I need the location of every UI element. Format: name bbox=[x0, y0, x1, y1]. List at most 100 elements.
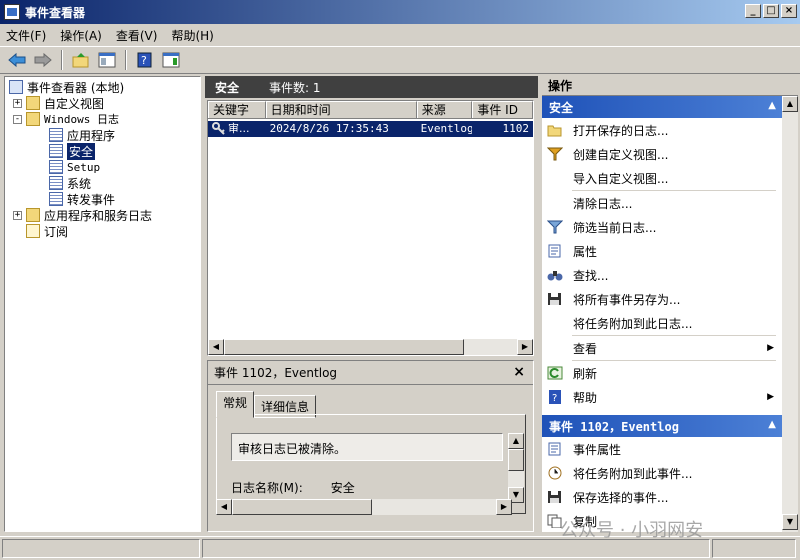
action-create-custom-view[interactable]: 创建自定义视图... bbox=[542, 142, 782, 166]
log-header: 安全 事件数: 1 bbox=[205, 76, 538, 98]
collapse-icon[interactable]: - bbox=[13, 114, 22, 124]
task-clock-icon bbox=[547, 465, 563, 481]
action-save-selected-events[interactable]: 保存选择的事件... bbox=[542, 485, 782, 509]
collapse-up-icon[interactable]: ▲ bbox=[768, 100, 776, 111]
scroll-left-icon[interactable]: ◀ bbox=[208, 339, 224, 355]
column-datetime[interactable]: 日期和时间 bbox=[265, 101, 417, 118]
cell-keyword: 审... bbox=[208, 121, 266, 137]
action-open-saved-log[interactable]: 打开保存的日志... bbox=[542, 118, 782, 142]
expand-icon[interactable]: + bbox=[13, 98, 22, 108]
log-icon bbox=[49, 176, 63, 190]
event-description: 审核日志已被清除。 bbox=[231, 433, 503, 461]
action-save-all-events-as[interactable]: 将所有事件另存为... bbox=[542, 287, 782, 311]
log-icon bbox=[49, 128, 63, 142]
submenu-arrow-icon: ▶ bbox=[767, 343, 774, 353]
open-folder-icon bbox=[547, 122, 563, 138]
expand-icon[interactable]: + bbox=[13, 210, 22, 220]
maximize-button[interactable]: □ bbox=[763, 4, 779, 18]
detail-hscrollbar[interactable]: ◀ ▶ bbox=[216, 499, 512, 515]
window-title: 事件查看器 bbox=[25, 5, 86, 20]
scroll-left-icon[interactable]: ◀ bbox=[216, 499, 232, 515]
event-detail-title: 事件 1102，Eventlog bbox=[214, 366, 338, 380]
log-icon bbox=[49, 192, 63, 206]
binoculars-icon bbox=[547, 267, 563, 283]
cell-source: Eventlog bbox=[420, 122, 473, 135]
svg-text:?: ? bbox=[552, 393, 557, 404]
event-list-hscrollbar[interactable]: ◀ ▶ bbox=[208, 339, 533, 355]
event-detail-pane: 事件 1102，Eventlog × 常规 详细信息 审核日志已被清除。 ▲ ▼… bbox=[207, 360, 534, 532]
action-event-properties[interactable]: 事件属性 bbox=[542, 437, 782, 461]
show-hide-tree-icon[interactable] bbox=[96, 49, 118, 71]
event-viewer-icon bbox=[4, 4, 20, 20]
action-import-custom-view[interactable]: 导入自定义视图... bbox=[542, 166, 782, 190]
cell-event-id: 1102 bbox=[502, 122, 529, 135]
event-viewer-icon bbox=[9, 80, 23, 94]
tree-item-forwarded-events[interactable]: 转发事件 bbox=[5, 191, 200, 207]
action-attach-task-to-log[interactable]: 将任务附加到此日志... bbox=[542, 311, 782, 335]
scroll-up-icon[interactable]: ▲ bbox=[782, 96, 798, 112]
tree-item-custom-views[interactable]: + 自定义视图 bbox=[5, 95, 200, 111]
back-icon[interactable] bbox=[6, 49, 28, 71]
detail-vscrollbar[interactable]: ▲ ▼ bbox=[508, 433, 524, 503]
up-folder-icon[interactable] bbox=[70, 49, 92, 71]
submenu-arrow-icon: ▶ bbox=[767, 392, 774, 402]
actions-vscrollbar[interactable]: ▲ ▼ bbox=[782, 96, 798, 532]
table-row[interactable]: 审... 2024/8/26 17:35:43 Eventlog 1102 bbox=[208, 121, 533, 137]
menu-file[interactable]: 文件(F) bbox=[6, 27, 46, 44]
scroll-up-icon[interactable]: ▲ bbox=[508, 433, 524, 449]
scroll-thumb[interactable] bbox=[232, 499, 372, 515]
action-refresh[interactable]: 刷新 bbox=[542, 361, 782, 385]
close-icon[interactable]: × bbox=[513, 364, 525, 380]
tree-item-system[interactable]: 系统 bbox=[5, 175, 200, 191]
column-event-id[interactable]: 事件 ID bbox=[472, 101, 533, 118]
status-panel bbox=[712, 539, 796, 558]
log-title: 安全 bbox=[215, 80, 240, 95]
cell-datetime: 2024/8/26 17:35:43 bbox=[269, 122, 389, 135]
tree-root[interactable]: 事件查看器 (本地) bbox=[5, 79, 200, 95]
menu-action[interactable]: 操作(A) bbox=[60, 27, 102, 44]
log-icon bbox=[49, 160, 63, 174]
actions-section-event[interactable]: 事件 1102，Eventlog ▲ bbox=[542, 415, 782, 437]
action-attach-task-to-event[interactable]: 将任务附加到此事件... bbox=[542, 461, 782, 485]
tree-item-app-service-logs[interactable]: + 应用程序和服务日志 bbox=[5, 207, 200, 223]
action-view[interactable]: 查看 ▶ bbox=[542, 336, 782, 360]
close-button[interactable]: × bbox=[781, 4, 797, 18]
collapse-up-icon[interactable]: ▲ bbox=[768, 419, 776, 430]
show-hide-action-pane-icon[interactable] bbox=[160, 49, 182, 71]
tree-item-security[interactable]: 安全 bbox=[5, 142, 200, 160]
tree-item-subscriptions[interactable]: 订阅 bbox=[5, 223, 200, 239]
tree-item-setup[interactable]: Setup bbox=[5, 159, 200, 175]
column-keyword[interactable]: 关键字 bbox=[208, 101, 266, 118]
tree-item-application[interactable]: 应用程序 bbox=[5, 127, 200, 143]
actions-section-log[interactable]: 安全 ▲ bbox=[542, 96, 782, 118]
scroll-thumb[interactable] bbox=[224, 339, 464, 355]
save-icon bbox=[547, 489, 563, 505]
watermark: 公众号 · 小羽网安 bbox=[560, 520, 704, 541]
log-name-label: 日志名称(M): bbox=[231, 481, 303, 495]
minimize-button[interactable]: _ bbox=[745, 4, 761, 18]
event-list-header: 关键字 日期和时间 来源 事件 ID bbox=[208, 101, 533, 119]
folder-icon bbox=[26, 112, 40, 126]
scroll-thumb[interactable] bbox=[508, 449, 524, 471]
help-icon[interactable]: ? bbox=[134, 49, 156, 71]
toolbar-separator bbox=[125, 50, 127, 70]
log-name-value: 安全 bbox=[330, 481, 355, 495]
menu-help[interactable]: 帮助(H) bbox=[171, 27, 213, 44]
status-panel bbox=[2, 539, 200, 558]
scroll-down-icon[interactable]: ▼ bbox=[782, 514, 798, 530]
filter-icon bbox=[547, 219, 563, 235]
forward-icon[interactable] bbox=[32, 49, 54, 71]
toolbar-separator bbox=[61, 50, 63, 70]
action-help[interactable]: ? 帮助 ▶ bbox=[542, 385, 782, 409]
menu-view[interactable]: 查看(V) bbox=[116, 27, 158, 44]
scroll-right-icon[interactable]: ▶ bbox=[517, 339, 533, 355]
action-clear-log[interactable]: 清除日志... bbox=[542, 191, 782, 215]
scroll-right-icon[interactable]: ▶ bbox=[496, 499, 512, 515]
action-find[interactable]: 查找... bbox=[542, 263, 782, 287]
action-properties[interactable]: 属性 bbox=[542, 239, 782, 263]
tree-item-windows-logs[interactable]: - Windows 日志 bbox=[5, 111, 200, 127]
action-filter-current-log[interactable]: 筛选当前日志... bbox=[542, 215, 782, 239]
column-source[interactable]: 来源 bbox=[416, 101, 473, 118]
log-icon bbox=[49, 144, 63, 158]
tab-general[interactable]: 常规 bbox=[216, 391, 255, 418]
